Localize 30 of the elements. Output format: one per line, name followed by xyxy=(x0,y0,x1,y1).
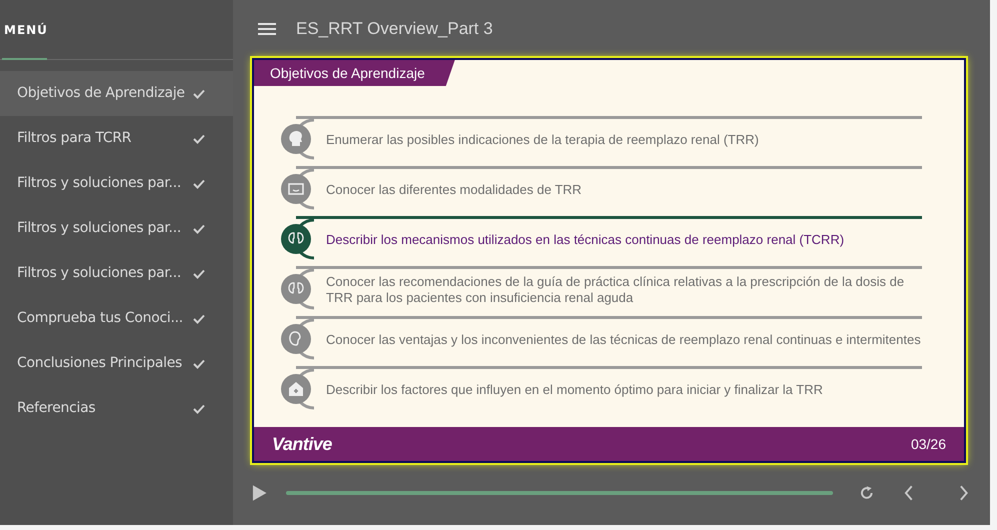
menu-item[interactable]: Objetivos de Aprendizaje xyxy=(0,71,233,116)
next-icon[interactable] xyxy=(958,485,970,501)
previous-icon[interactable] xyxy=(902,485,914,501)
objective-text: Conocer las diferentes modalidades de TRR xyxy=(326,181,582,198)
objective-text: Describir los mecanismos utilizados en las técnicas continuas de reemplazo renal (TCRR) xyxy=(326,231,844,248)
objective-item[interactable]: Conocer las ventajas y los inconvenientes de las técnicas de reemplazo renal continuas e intermitentes xyxy=(276,314,922,364)
objective-text: Conocer las recomendaciones de la guía de práctica clínica relativas a la prescripción de la dosis de TRR para los pacientes con insuficiencia renal aguda xyxy=(326,273,906,306)
play-icon[interactable] xyxy=(251,484,268,502)
objective-item[interactable]: Describir los factores que influyen en el momento óptimo para iniciar y finalizar la TRR xyxy=(276,364,922,414)
logo: Vantive xyxy=(272,432,332,456)
objective-item[interactable]: Enumerar las posibles indicaciones de la terapia de reemplazo renal (TRR) xyxy=(276,114,922,164)
page-counter: 03/26 xyxy=(910,434,946,454)
menu-item[interactable]: Filtros y soluciones par... xyxy=(0,251,233,296)
course-title: ES_RRT Overview_Part 3 xyxy=(296,18,493,40)
objective-text: Describir los factores que influyen en el momento óptimo para iniciar y finalizar la TRR xyxy=(326,381,823,398)
objective-text: Conocer las ventajas y los inconvenientes de las técnicas de reemplazo renal continuas e intermitentes xyxy=(326,331,921,348)
objective-item[interactable]: Describir los mecanismos utilizados en las técnicas continuas de reemplazo renal (TCRR) xyxy=(276,214,922,264)
menu-item[interactable]: Conclusiones Principales xyxy=(0,341,233,386)
menu-title: MENÚ xyxy=(4,22,48,38)
menu-item[interactable]: Comprueba tus Conoci... xyxy=(0,296,233,341)
menu-item[interactable]: Referencias xyxy=(0,386,233,431)
replay-icon[interactable] xyxy=(859,485,875,501)
objective-item[interactable]: Conocer las recomendaciones de la guía de práctica clínica relativas a la prescripción de la dosis de TRR para los pacientes con insuficiencia renal aguda xyxy=(276,264,922,314)
objective-text: Enumerar las posibles indicaciones de la terapia de reemplazo renal (TRR) xyxy=(326,131,759,148)
objective-item[interactable]: Conocer las diferentes modalidades de TRR xyxy=(276,164,922,214)
menu-item[interactable]: Filtros y soluciones par... xyxy=(0,161,233,206)
menu-icon[interactable] xyxy=(258,22,276,36)
menu-item[interactable]: Filtros para TCRR xyxy=(0,116,233,161)
progress-track[interactable] xyxy=(284,489,836,497)
menu-item[interactable]: Filtros y soluciones par... xyxy=(0,206,233,251)
